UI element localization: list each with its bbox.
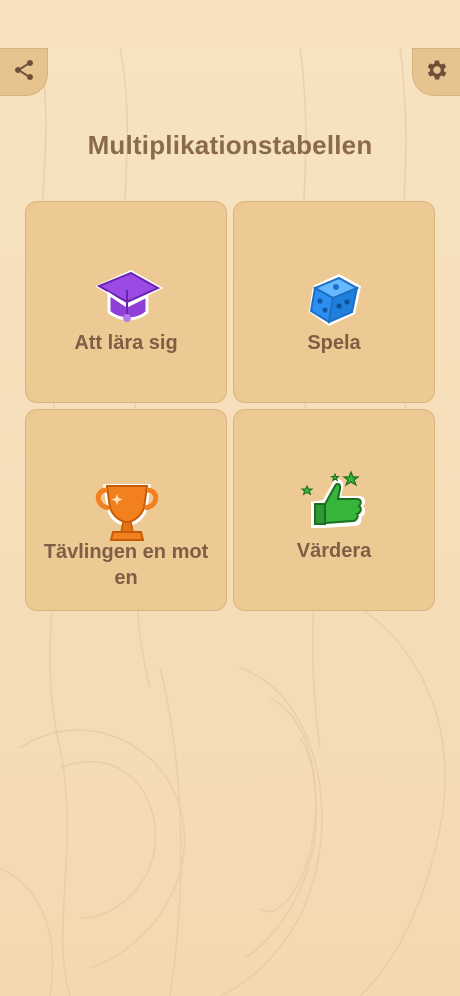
share-icon: [12, 58, 36, 87]
gear-icon: [424, 57, 450, 88]
learn-tile[interactable]: Att lära sig: [25, 201, 227, 403]
settings-button[interactable]: [412, 48, 460, 96]
tile-label: Tävlingen en mot en: [43, 541, 209, 589]
thumbs-up-icon: [295, 462, 375, 542]
tile-label: Spela: [307, 332, 361, 354]
page-title: Multiplikationstabellen: [87, 130, 373, 160]
graduation-cap-icon: [87, 256, 167, 336]
dice-icon: [295, 256, 375, 336]
share-button[interactable]: [0, 48, 48, 96]
play-tile[interactable]: Spela: [233, 201, 435, 403]
rate-tile[interactable]: Värdera: [233, 409, 435, 611]
contest-tile[interactable]: Tävlingen en mot en: [25, 409, 227, 611]
tile-label: Värdera: [296, 540, 372, 562]
tile-label: Att lära sig: [74, 332, 178, 354]
status-bar: [0, 0, 460, 48]
